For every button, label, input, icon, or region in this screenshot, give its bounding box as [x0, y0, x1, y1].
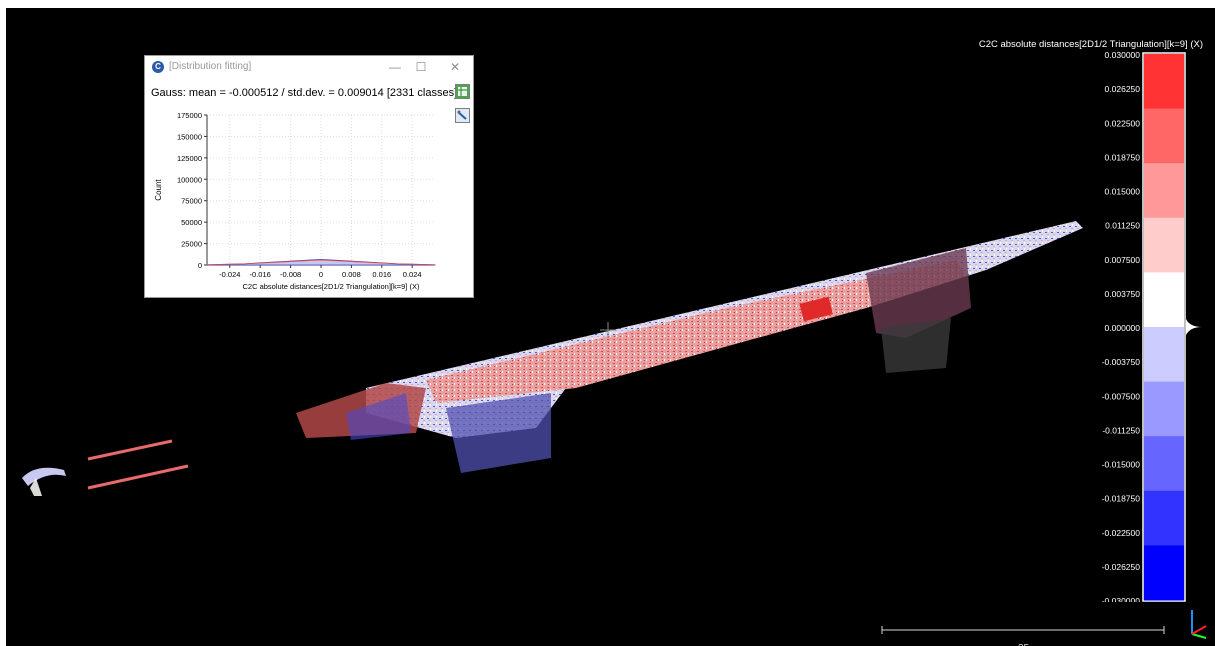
color-scale-label: 0.007500: [1105, 255, 1141, 265]
color-scale-label: 0.000000: [1105, 323, 1141, 333]
histogram-chart: 0 25000 50000 75000 100000 125000 150000 175000…: [154, 111, 436, 291]
axis-x: [1191, 625, 1207, 635]
x-tick-label: 0.024: [403, 270, 422, 279]
color-scale-band: [1144, 54, 1184, 110]
color-scale-label: 0.022500: [1105, 118, 1141, 128]
export-csv-icon: [458, 87, 467, 96]
value-histogram-peak: [1186, 319, 1202, 335]
x-tick-label: 0: [319, 270, 323, 279]
color-scale-label: -0.011250: [1102, 425, 1140, 435]
y-axis-label: Count: [154, 179, 163, 201]
color-scale-band: [1144, 545, 1184, 601]
x-tick-label: 0.016: [372, 270, 391, 279]
x-axis-label: C2C absolute distances[2D1/2 Triangulati…: [243, 282, 420, 291]
color-scale-label: 0.011250: [1105, 221, 1140, 231]
color-scale-band: [1144, 327, 1184, 383]
color-scale-label: 0.030000: [1105, 52, 1141, 60]
distribution-fitting-dialog[interactable]: C [Distribution fitting] — ☐ ✕ Gauss: me…: [144, 55, 474, 298]
color-scale-label: 0.026250: [1105, 84, 1141, 94]
color-scale-label: -0.007500: [1102, 391, 1141, 401]
color-scale-band: [1144, 436, 1184, 492]
color-scale-label: 0.015000: [1105, 187, 1141, 197]
close-button[interactable]: ✕: [445, 58, 465, 76]
color-scale-label: -0.030000: [1102, 596, 1141, 602]
y-tick-label: 150000: [177, 132, 202, 141]
export-csv-button[interactable]: [455, 84, 470, 99]
color-scale-label: -0.022500: [1102, 528, 1141, 538]
x-tick-label: 0.008: [342, 270, 361, 279]
color-scale-band: [1144, 217, 1184, 273]
axis-y: [1191, 633, 1207, 639]
y-tick-label: 75000: [181, 197, 202, 206]
color-scale-bar: 0.030000 0.026250 0.022500 0.018750 0.015000…: [1102, 52, 1202, 602]
color-scale-label: -0.015000: [1102, 460, 1141, 470]
color-scale-label: -0.026250: [1102, 562, 1141, 572]
color-scale-band: [1144, 163, 1184, 219]
export-image-icon: [457, 110, 467, 120]
color-scale-title: C2C absolute distances[2D1/2 Triangulati…: [978, 39, 1203, 50]
color-scale-label: -0.003750: [1102, 357, 1141, 367]
rail-strip-2: [87, 464, 189, 490]
y-tick-label: 100000: [177, 175, 202, 184]
export-image-button[interactable]: [455, 108, 470, 123]
rail-strip-1: [87, 439, 173, 461]
color-scale-band: [1144, 108, 1184, 164]
y-tick-label: 50000: [181, 218, 202, 227]
y-tick-label: 0: [198, 261, 202, 270]
y-tick-label: 125000: [177, 154, 202, 163]
color-scale-label: -0.018750: [1102, 494, 1141, 504]
color-scale-band: [1144, 490, 1184, 546]
x-tick-label: -0.016: [250, 270, 271, 279]
color-scale-band: [1144, 272, 1184, 328]
y-tick-label: 175000: [177, 111, 202, 120]
x-tick-label: -0.008: [280, 270, 301, 279]
cloud-fragment-left: [22, 467, 66, 486]
color-scale-label: 0.018750: [1105, 152, 1141, 162]
x-tick-label: -0.024: [219, 270, 240, 279]
color-scale-band: [1144, 381, 1184, 437]
color-scale-label: 0.003750: [1105, 289, 1141, 299]
y-tick-label: 25000: [181, 240, 202, 249]
